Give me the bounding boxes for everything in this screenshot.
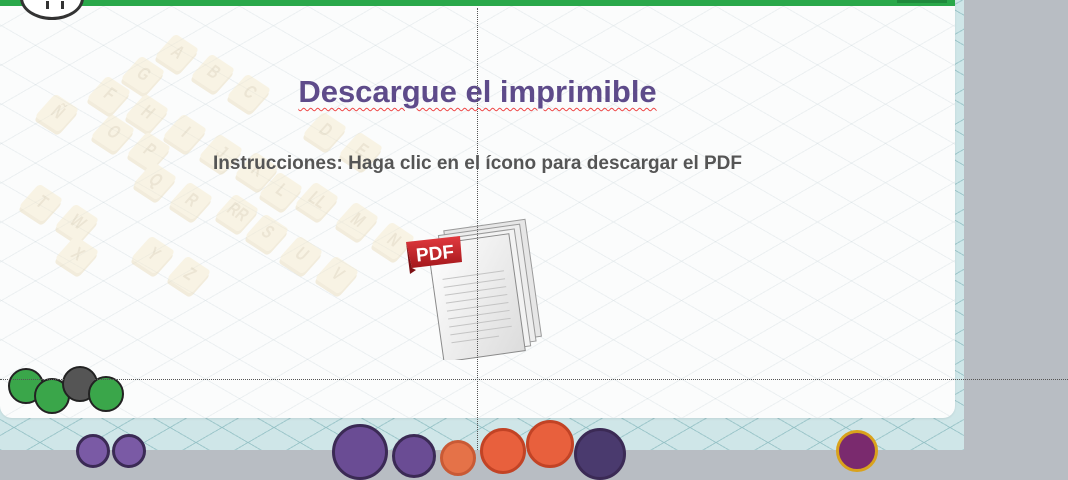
- green-character-icon: [88, 376, 124, 412]
- tile: M: [334, 201, 380, 241]
- top-accent-bar: [0, 0, 955, 6]
- nav-icon[interactable]: [392, 434, 436, 478]
- tile: T: [18, 183, 64, 223]
- tile: U: [278, 235, 324, 275]
- tile: X: [54, 235, 100, 275]
- pdf-document-icon: PDF: [406, 218, 542, 363]
- pdf-badge-text: PDF: [415, 242, 455, 267]
- tile: V: [314, 255, 360, 295]
- nav-icon[interactable]: [440, 440, 476, 476]
- tile: Y: [130, 235, 176, 275]
- guide-line-horizontal: [0, 379, 1068, 380]
- tile: D: [302, 111, 348, 151]
- nav-icon[interactable]: [76, 434, 110, 468]
- top-bar-handle: [897, 0, 947, 3]
- nav-icon[interactable]: [836, 430, 878, 472]
- guide-line-vertical: [477, 8, 478, 450]
- nav-icon[interactable]: [480, 428, 526, 474]
- pdf-download-button[interactable]: PDF: [402, 212, 547, 363]
- tile: R: [168, 181, 214, 221]
- dice-icon[interactable]: [526, 420, 574, 468]
- chat-characters-icon: [6, 366, 126, 414]
- bottom-navigation: [0, 420, 964, 480]
- tile: S: [244, 213, 290, 253]
- nav-icon[interactable]: [574, 428, 626, 480]
- tile: Z: [166, 255, 212, 295]
- nav-icon[interactable]: [332, 424, 388, 480]
- tile: A: [154, 33, 200, 73]
- nav-icon[interactable]: [112, 434, 146, 468]
